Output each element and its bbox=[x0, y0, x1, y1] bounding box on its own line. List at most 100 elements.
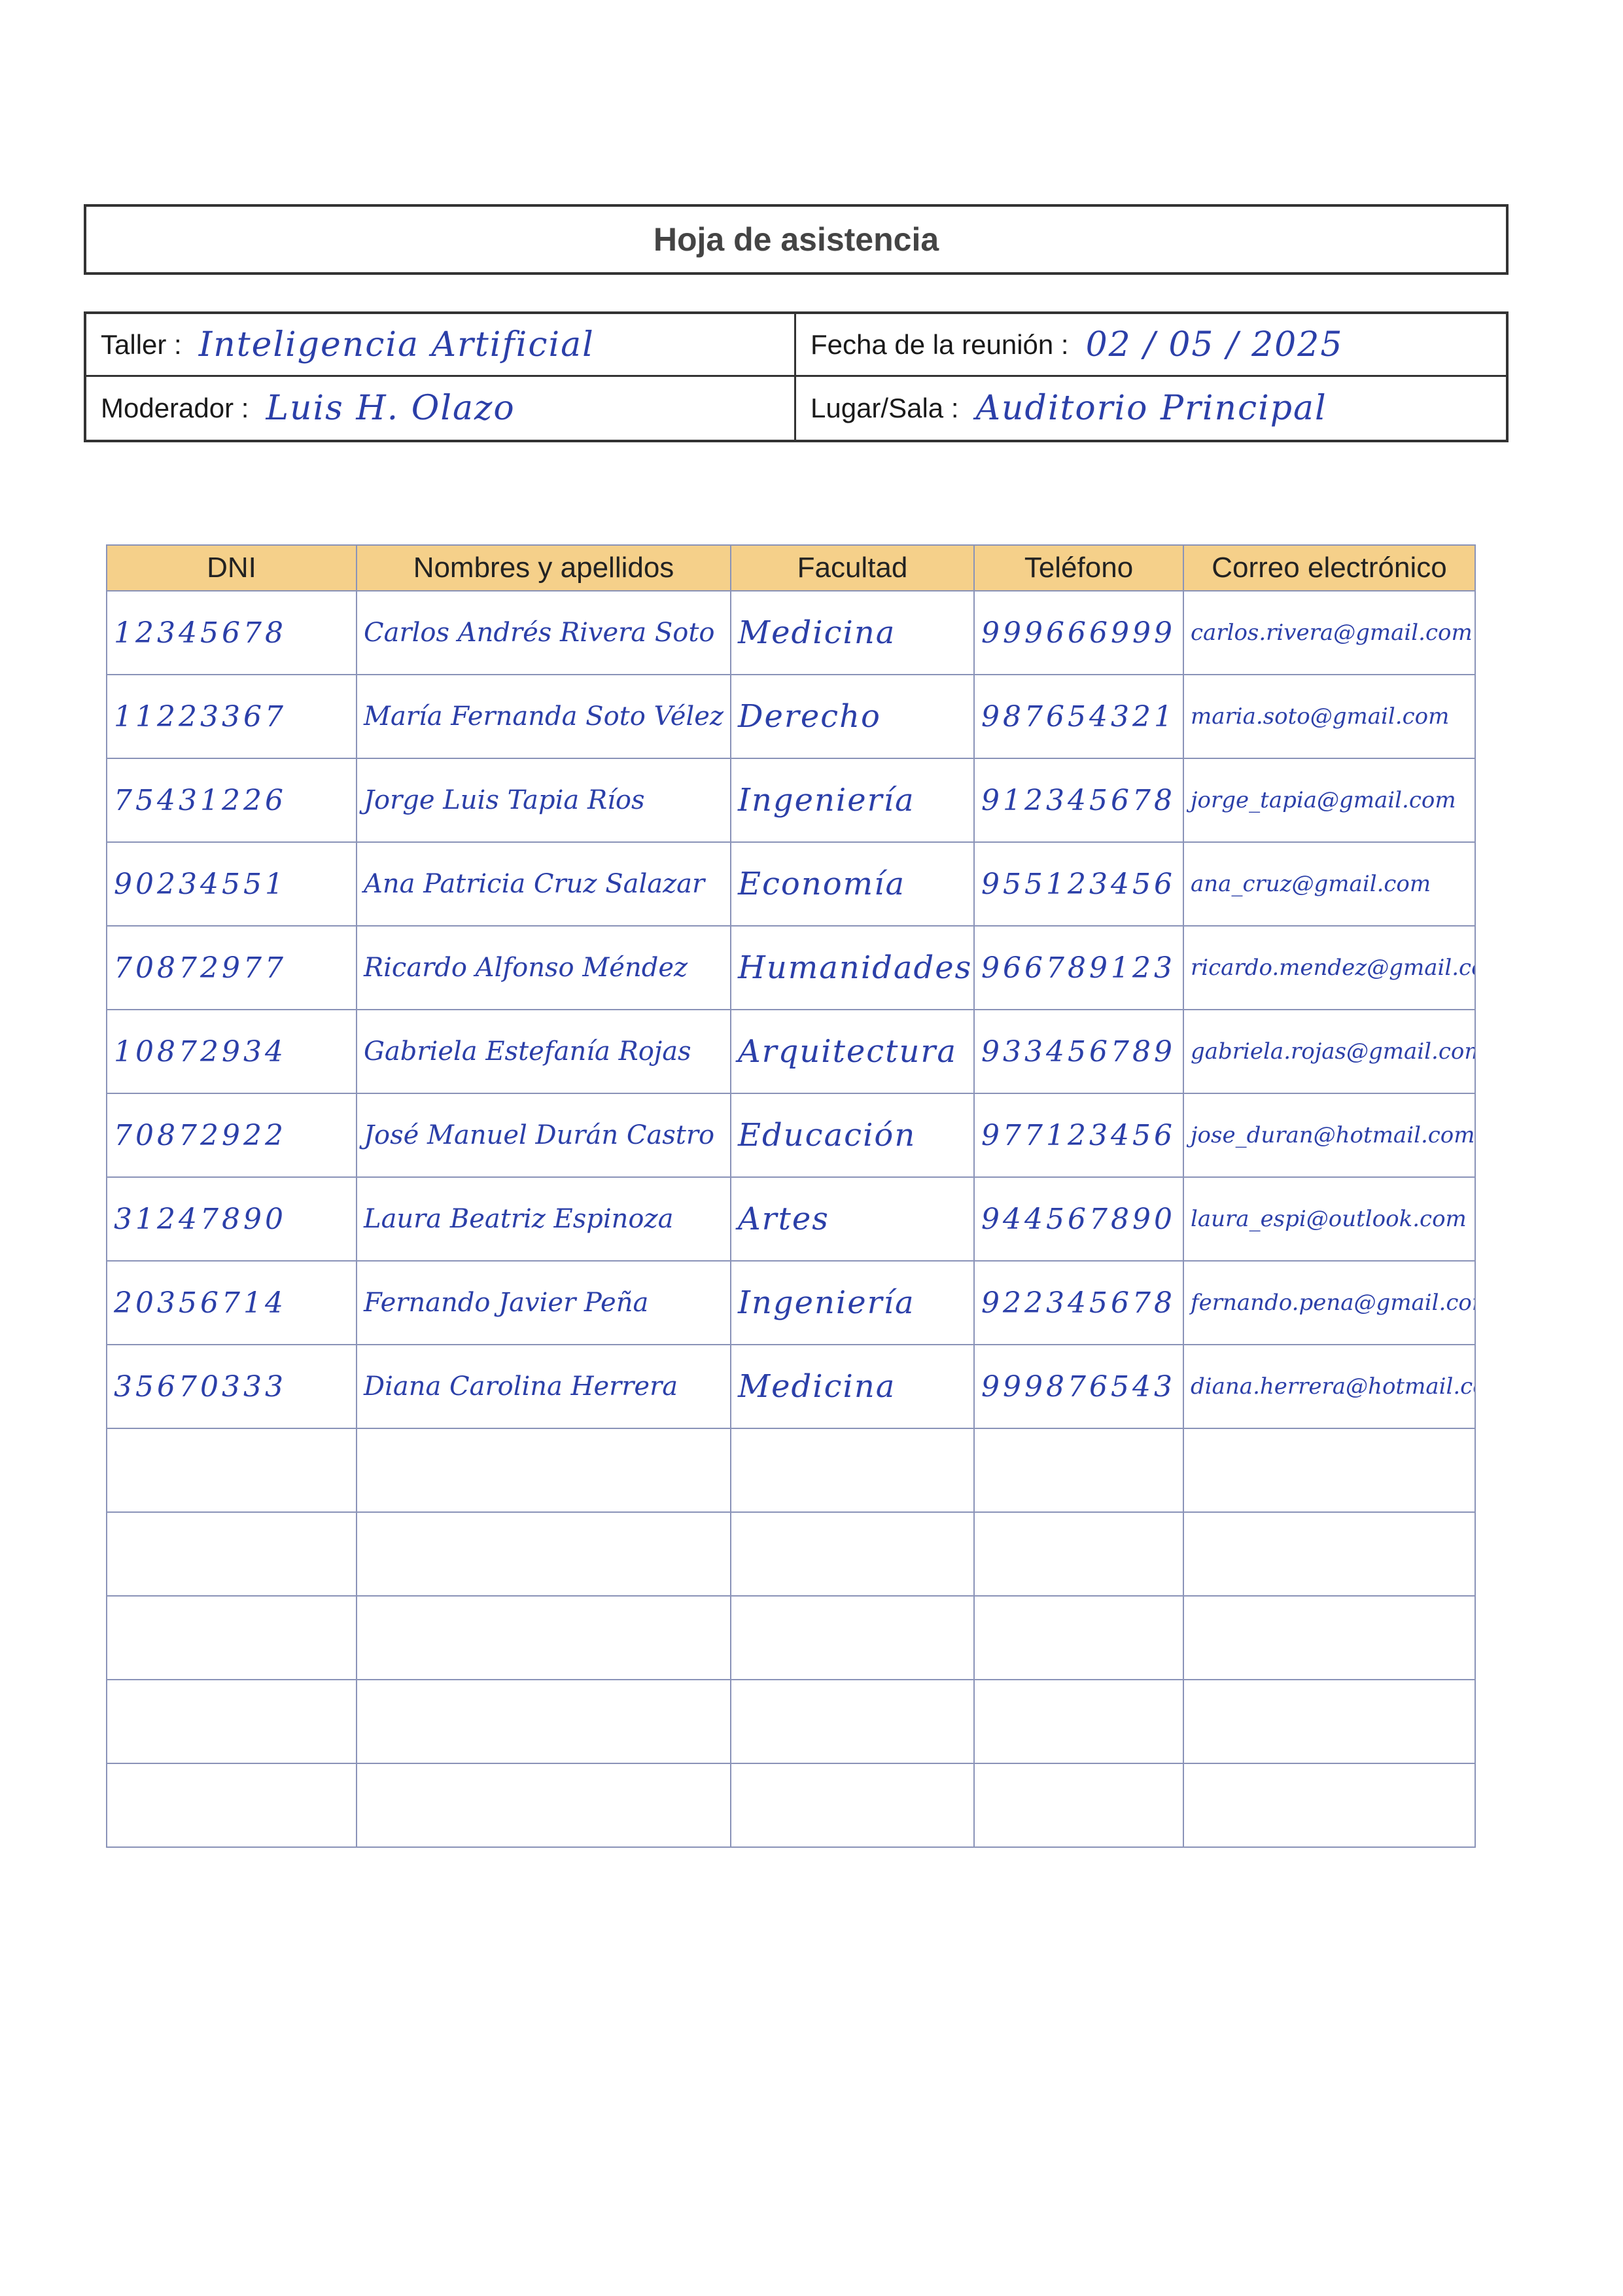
telefono-cell bbox=[973, 1428, 1184, 1513]
correo-cell: jose_duran@hotmail.com bbox=[1183, 1093, 1476, 1178]
telefono-cell: 912345678 bbox=[973, 758, 1184, 843]
telefono-cell: 977123456 bbox=[973, 1093, 1184, 1178]
telefono-cell: 955123456 bbox=[973, 841, 1184, 927]
name-cell: Fernando Javier Peña bbox=[356, 1260, 731, 1345]
name-cell: Jorge Luis Tapia Ríos bbox=[356, 758, 731, 843]
dni-cell bbox=[106, 1763, 357, 1848]
attendance-body: 12345678 Carlos Andrés Rivera Soto Medicin… bbox=[106, 590, 1476, 1848]
fecha-cell: Fecha de la reunión : 02 / 05 / 2025 bbox=[796, 314, 1506, 377]
name-cell bbox=[356, 1428, 731, 1513]
facultad-cell: Educación bbox=[730, 1093, 975, 1178]
correo-cell: laura_espi@outlook.com bbox=[1183, 1176, 1476, 1262]
dni-cell: 12345678 bbox=[106, 590, 357, 675]
correo-cell: diana.herrera@hotmail.com bbox=[1183, 1344, 1476, 1429]
column-header-nombres: Nombres y apellidos bbox=[356, 544, 731, 592]
facultad-cell: Ingeniería bbox=[730, 1260, 975, 1345]
facultad-cell: Economía bbox=[730, 841, 975, 927]
telefono-cell bbox=[973, 1595, 1184, 1680]
correo-cell: ana_cruz@gmail.com bbox=[1183, 841, 1476, 927]
telefono-cell: 987654321 bbox=[973, 674, 1184, 759]
table-row: 31247890 Laura Beatriz Espinoza Artes 94456… bbox=[106, 1176, 1476, 1262]
table-row: 11223367 María Fernanda Soto Vélez Derecho… bbox=[106, 674, 1476, 759]
facultad-cell: Arquitectura bbox=[730, 1009, 975, 1094]
facultad-cell: Medicina bbox=[730, 1344, 975, 1429]
table-row bbox=[106, 1595, 1476, 1680]
table-row: 12345678 Carlos Andrés Rivera Soto Medicin… bbox=[106, 590, 1476, 675]
dni-cell: 31247890 bbox=[106, 1176, 357, 1262]
table-row bbox=[106, 1763, 1476, 1848]
column-header-dni: DNI bbox=[106, 544, 357, 592]
dni-cell bbox=[106, 1428, 357, 1513]
telefono-cell bbox=[973, 1763, 1184, 1848]
name-cell: José Manuel Durán Castro bbox=[356, 1093, 731, 1178]
title-box: Hoja de asistencia bbox=[84, 204, 1509, 275]
column-header-facultad: Facultad bbox=[730, 544, 975, 592]
dni-cell: 70872922 bbox=[106, 1093, 357, 1178]
facultad-cell: Artes bbox=[730, 1176, 975, 1262]
facultad-cell bbox=[730, 1679, 975, 1764]
table-row: 35670333 Diana Carolina Herrera Medicina 99… bbox=[106, 1344, 1476, 1429]
moderador-label: Moderador : bbox=[101, 393, 249, 423]
facultad-cell bbox=[730, 1763, 975, 1848]
lugar-value: Auditorio Principal bbox=[975, 389, 1327, 428]
telefono-cell: 922345678 bbox=[973, 1260, 1184, 1345]
name-cell bbox=[356, 1763, 731, 1848]
name-cell: Gabriela Estefanía Rojas bbox=[356, 1009, 731, 1094]
table-row bbox=[106, 1679, 1476, 1764]
taller-value: Inteligencia Artificial bbox=[198, 325, 595, 364]
dni-cell: 90234551 bbox=[106, 841, 357, 927]
lugar-cell: Lugar/Sala : Auditorio Principal bbox=[796, 377, 1506, 440]
fecha-label: Fecha de la reunión : bbox=[811, 328, 1069, 360]
name-cell bbox=[356, 1595, 731, 1680]
correo-cell: ricardo.mendez@gmail.com bbox=[1183, 925, 1476, 1010]
correo-cell bbox=[1183, 1511, 1476, 1597]
name-cell: Ana Patricia Cruz Salazar bbox=[356, 841, 731, 927]
column-header-telefono: Teléfono bbox=[973, 544, 1184, 592]
taller-cell: Taller : Inteligencia Artificial bbox=[86, 314, 796, 377]
attendance-header-row: DNI Nombres y apellidos Facultad Teléfon… bbox=[106, 544, 1476, 592]
facultad-cell bbox=[730, 1428, 975, 1513]
correo-cell bbox=[1183, 1763, 1476, 1848]
table-row: 10872934 Gabriela Estefanía Rojas Arquitec… bbox=[106, 1009, 1476, 1094]
telefono-cell bbox=[973, 1511, 1184, 1597]
correo-cell: maria.soto@gmail.com bbox=[1183, 674, 1476, 759]
dni-cell: 20356714 bbox=[106, 1260, 357, 1345]
page-title: Hoja de asistencia bbox=[653, 221, 939, 258]
correo-cell: carlos.rivera@gmail.com bbox=[1183, 590, 1476, 675]
facultad-cell: Derecho bbox=[730, 674, 975, 759]
correo-cell bbox=[1183, 1595, 1476, 1680]
name-cell: Diana Carolina Herrera bbox=[356, 1344, 731, 1429]
correo-cell: fernando.pena@gmail.com bbox=[1183, 1260, 1476, 1345]
moderador-value: Luis H. Olazo bbox=[266, 389, 515, 428]
name-cell bbox=[356, 1511, 731, 1597]
correo-cell: gabriela.rojas@gmail.com bbox=[1183, 1009, 1476, 1094]
telefono-cell bbox=[973, 1679, 1184, 1764]
table-row: 20356714 Fernando Javier Peña Ingeniería 92… bbox=[106, 1260, 1476, 1345]
telefono-cell: 999666999 bbox=[973, 590, 1184, 675]
table-row: 70872922 José Manuel Durán Castro Educació… bbox=[106, 1093, 1476, 1178]
facultad-cell bbox=[730, 1511, 975, 1597]
dni-cell bbox=[106, 1679, 357, 1764]
facultad-cell bbox=[730, 1595, 975, 1680]
table-row: 90234551 Ana Patricia Cruz Salazar Economí… bbox=[106, 841, 1476, 927]
correo-cell bbox=[1183, 1428, 1476, 1513]
table-row: 75431226 Jorge Luis Tapia Ríos Ingeniería 9… bbox=[106, 758, 1476, 843]
name-cell: María Fernanda Soto Vélez bbox=[356, 674, 731, 759]
moderador-cell: Moderador : Luis H. Olazo bbox=[86, 377, 796, 440]
name-cell: Ricardo Alfonso Méndez bbox=[356, 925, 731, 1010]
lugar-label: Lugar/Sala : bbox=[811, 393, 959, 423]
dni-cell: 70872977 bbox=[106, 925, 357, 1010]
dni-cell: 35670333 bbox=[106, 1344, 357, 1429]
name-cell: Laura Beatriz Espinoza bbox=[356, 1176, 731, 1262]
dni-cell: 10872934 bbox=[106, 1009, 357, 1094]
attendance-table: DNI Nombres y apellidos Facultad Teléfon… bbox=[106, 544, 1476, 1848]
telefono-cell: 966789123 bbox=[973, 925, 1184, 1010]
table-row: 70872977 Ricardo Alfonso Méndez Humanidade… bbox=[106, 925, 1476, 1010]
table-row bbox=[106, 1428, 1476, 1513]
telefono-cell: 933456789 bbox=[973, 1009, 1184, 1094]
column-header-correo: Correo electrónico bbox=[1183, 544, 1476, 592]
facultad-cell: Medicina bbox=[730, 590, 975, 675]
fecha-value: 02 / 05 / 2025 bbox=[1085, 325, 1344, 364]
table-row bbox=[106, 1511, 1476, 1597]
correo-cell bbox=[1183, 1679, 1476, 1764]
